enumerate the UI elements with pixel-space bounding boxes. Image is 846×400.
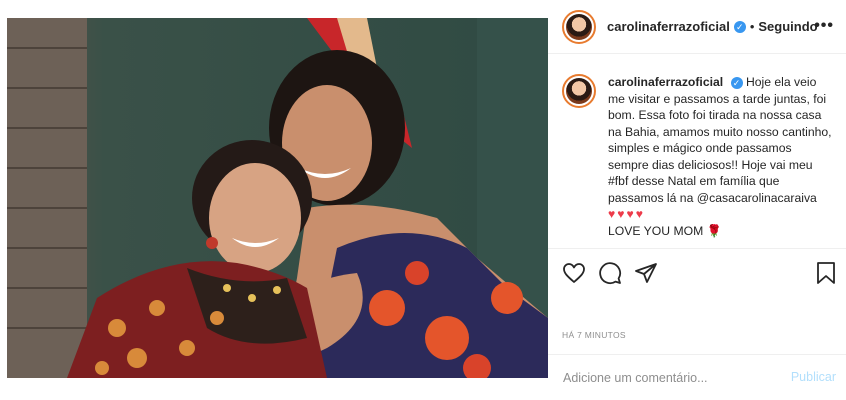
comment-input[interactable]	[563, 370, 763, 385]
hearts-emoji: ♥♥♥♥	[608, 207, 645, 221]
publish-button[interactable]: Publicar	[791, 370, 836, 384]
caption-body: Hoje ela veio me visitar e passamos a ta…	[608, 75, 832, 205]
action-bar	[548, 248, 846, 296]
heart-icon[interactable]	[562, 261, 586, 285]
caption-avatar[interactable]	[562, 74, 596, 108]
separator-dot: •	[749, 19, 755, 34]
share-icon[interactable]	[634, 261, 658, 285]
caption-closing: LOVE YOU MOM	[608, 223, 704, 238]
verified-badge-icon: ✓	[733, 20, 746, 33]
rose-emoji: 🌹	[706, 223, 722, 238]
bookmark-icon[interactable]	[815, 261, 837, 285]
comment-icon[interactable]	[598, 261, 622, 285]
more-options-icon[interactable]: •••	[814, 17, 834, 35]
post-timestamp[interactable]: HÁ 7 MINUTOS	[562, 330, 626, 340]
post-username[interactable]: carolinaferrazoficial	[607, 19, 730, 34]
post-caption: carolinaferrazoficial ✓ Hoje ela veio me…	[548, 74, 846, 239]
caption-username[interactable]: carolinaferrazoficial	[608, 75, 723, 89]
avatar-image	[566, 78, 592, 104]
avatar-image	[566, 13, 592, 40]
post-header: carolinaferrazoficial ✓ • Seguindo •••	[548, 0, 846, 54]
post-sidebar: carolinaferrazoficial ✓ • Seguindo ••• c…	[548, 0, 846, 400]
following-button[interactable]: Seguindo	[758, 19, 817, 34]
avatar[interactable]	[562, 9, 596, 44]
verified-badge-icon: ✓	[730, 77, 743, 89]
caption-text-block: carolinaferrazoficial ✓ Hoje ela veio me…	[608, 74, 834, 239]
comment-bar: Publicar	[548, 354, 846, 400]
post-image	[7, 18, 548, 378]
post-photo[interactable]	[7, 18, 548, 378]
